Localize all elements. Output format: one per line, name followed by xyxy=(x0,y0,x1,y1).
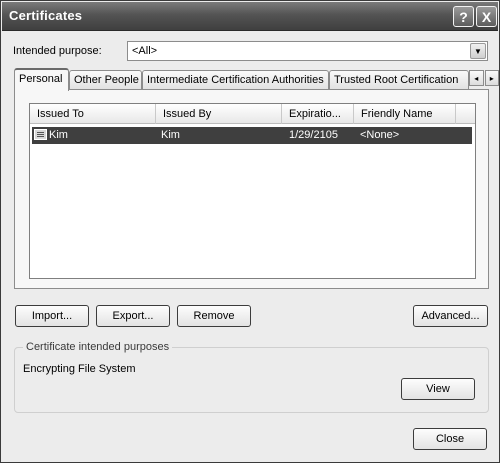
intended-purpose-label: Intended purpose: xyxy=(13,45,102,57)
tab-intermediate-authorities[interactable]: Intermediate Certification Authorities xyxy=(142,70,329,89)
advanced-button[interactable]: Advanced... xyxy=(413,305,488,327)
column-label: Issued To xyxy=(37,108,84,120)
cell-friendly-name: <None> xyxy=(360,129,400,141)
personal-tab-panel: Issued To Issued By Expiratio... Friendl… xyxy=(14,89,489,289)
purposes-text: Encrypting File System xyxy=(23,363,136,375)
chevron-down-icon[interactable]: ▼ xyxy=(470,43,486,59)
title-bar[interactable]: Certificates ? X xyxy=(2,2,498,31)
remove-button[interactable]: Remove xyxy=(177,305,251,327)
intended-purposes-group: Certificate intended purposes Encrypting… xyxy=(14,341,489,413)
close-button[interactable]: Close xyxy=(413,428,487,450)
tab-strip: Personal Other People Intermediate Certi… xyxy=(14,68,499,91)
scroll-right-icon[interactable]: ▸ xyxy=(484,70,499,86)
tab-label: Trusted Root Certification xyxy=(334,74,459,86)
certificate-icon xyxy=(34,129,47,140)
column-issued-by[interactable]: Issued By xyxy=(156,104,282,124)
column-friendly-name[interactable]: Friendly Name xyxy=(354,104,456,124)
tab-scroll-buttons: ◂ ▸ xyxy=(469,70,499,86)
cell-issued-by: Kim xyxy=(161,129,180,141)
close-button-label: Close xyxy=(435,433,465,445)
column-label: Expiratio... xyxy=(289,108,341,120)
column-label: Issued By xyxy=(163,108,212,120)
tab-other-people[interactable]: Other People xyxy=(69,70,142,89)
view-button-label: View xyxy=(426,383,450,395)
import-button-label: Import... xyxy=(31,310,73,322)
column-label: Friendly Name xyxy=(361,108,433,120)
export-button-label: Export... xyxy=(112,310,154,322)
export-button[interactable]: Export... xyxy=(96,305,170,327)
tab-label: Personal xyxy=(19,73,63,85)
intended-purpose-dropdown[interactable]: <All> ▼ xyxy=(127,41,488,61)
close-icon: X xyxy=(481,8,492,25)
column-expiration[interactable]: Expiratio... xyxy=(282,104,354,124)
tab-personal[interactable]: Personal xyxy=(14,68,69,91)
tab-trusted-root[interactable]: Trusted Root Certification xyxy=(329,70,469,89)
table-row[interactable]: Kim Kim 1/29/2105 <None> xyxy=(32,127,472,144)
close-window-button[interactable]: X xyxy=(476,6,497,27)
list-header: Issued To Issued By Expiratio... Friendl… xyxy=(30,104,475,124)
view-button[interactable]: View xyxy=(401,378,475,400)
help-button[interactable]: ? xyxy=(453,6,474,27)
help-icon: ? xyxy=(459,8,468,25)
tab-label: Other People xyxy=(74,74,139,86)
scroll-left-icon[interactable]: ◂ xyxy=(469,70,484,86)
certificates-dialog: Certificates ? X Intended purpose: <All>… xyxy=(0,0,500,463)
tab-label: Intermediate Certification Authorities xyxy=(147,74,324,86)
column-issued-to[interactable]: Issued To xyxy=(30,104,156,124)
window-title: Certificates xyxy=(9,8,83,23)
certificate-list[interactable]: Issued To Issued By Expiratio... Friendl… xyxy=(29,103,476,279)
cell-issued-to: Kim xyxy=(49,129,68,141)
intended-purpose-value: <All> xyxy=(132,45,158,57)
group-legend: Certificate intended purposes xyxy=(23,341,173,353)
remove-button-label: Remove xyxy=(193,310,235,322)
cell-expiration: 1/29/2105 xyxy=(289,129,338,141)
advanced-button-label: Advanced... xyxy=(421,310,480,322)
import-button[interactable]: Import... xyxy=(15,305,89,327)
